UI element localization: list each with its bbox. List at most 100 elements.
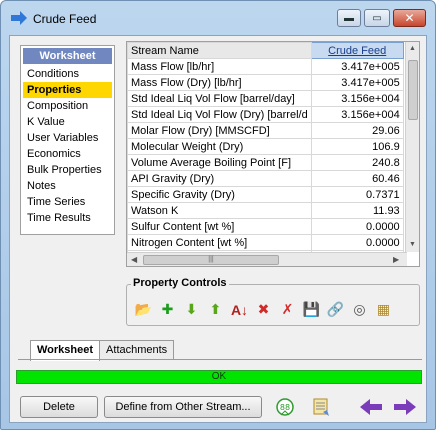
tab-divider <box>18 359 422 360</box>
property-label: Specific Gravity (Dry) <box>127 186 312 203</box>
property-label: Watson K <box>127 202 312 219</box>
property-label: Sulfur Content [wt %] <box>127 218 312 235</box>
minimize-icon: ▬ <box>344 12 354 24</box>
nav-item-user-variables[interactable]: User Variables <box>23 130 112 146</box>
property-value[interactable]: 240.8 <box>310 154 404 171</box>
properties-table: Stream Name Crude Feed Mass Flow [lb/hr] 3.… <box>127 42 404 268</box>
nav-item-time-series[interactable]: Time Series <box>23 194 112 210</box>
table-row[interactable]: Std Ideal Liq Vol Flow [barrel/day] 3.156… <box>127 90 404 107</box>
property-label: Molar Flow (Dry) [MMSCFD] <box>127 122 312 139</box>
table-row[interactable]: Molar Flow (Dry) [MMSCFD] 29.06 <box>127 122 404 139</box>
property-value[interactable]: 106.9 <box>310 138 404 155</box>
property-label: Std Ideal Liq Vol Flow [barrel/day] <box>127 90 312 107</box>
tab-attachments[interactable]: Attachments <box>99 340 175 360</box>
stream-arrow-icon <box>11 11 27 25</box>
bottom-tabs: Worksheet Attachments <box>30 340 175 361</box>
notes-icon[interactable] <box>308 395 334 419</box>
stream-name-value[interactable]: Crude Feed <box>310 42 404 59</box>
property-value[interactable]: 0.0000 <box>310 234 404 251</box>
move-down-icon[interactable]: ⬇ <box>181 299 202 320</box>
maximize-icon: ▭ <box>372 12 382 24</box>
previous-arrow-icon[interactable] <box>358 395 384 419</box>
property-value[interactable]: 3.417e+005 <box>310 74 404 91</box>
nav-items: Conditions Properties Composition K Value Us… <box>21 66 114 226</box>
move-up-icon[interactable]: ⬆ <box>205 299 226 320</box>
property-label: Mass Flow (Dry) [lb/hr] <box>127 74 312 91</box>
property-value[interactable]: 3.156e+004 <box>310 106 404 123</box>
stream-window: Crude Feed ▬ ▭ ✕ Worksheet Conditions Pro… <box>0 0 436 430</box>
table-row[interactable]: TVP [psia]1.799 <box>128 267 404 268</box>
property-label: Std Ideal Liq Vol Flow (Dry) [barrel/d <box>127 106 312 123</box>
property-controls-toolbar: 📂 ✚ ⬇ ⬆ A↓ ✖ ✗ 💾 🔗 ◎ ▦ <box>133 299 394 319</box>
table-row[interactable]: Watson K 11.93 <box>127 202 404 219</box>
delete-button[interactable]: Delete <box>20 396 98 418</box>
tab-worksheet[interactable]: Worksheet <box>30 340 101 361</box>
close-icon: ✕ <box>404 11 415 25</box>
property-controls-title: Property Controls <box>131 277 229 289</box>
table-row[interactable]: Specific Gravity (Dry) 0.7371 <box>127 186 404 203</box>
property-label: Mass Flow [lb/hr] <box>127 58 312 75</box>
property-value[interactable]: 3.156e+004 <box>310 90 404 107</box>
property-value[interactable]: 60.46 <box>310 170 404 187</box>
scroll-right-icon[interactable]: ▶ <box>393 255 399 264</box>
property-value[interactable]: 1.799 <box>311 267 403 268</box>
table-row[interactable]: Molecular Weight (Dry) 106.9 <box>127 138 404 155</box>
nav-item-economics[interactable]: Economics <box>23 146 112 162</box>
table-row[interactable]: Mass Flow (Dry) [lb/hr] 3.417e+005 <box>127 74 404 91</box>
horizontal-scroll-thumb[interactable]: ||| <box>143 255 279 265</box>
property-value[interactable]: 11.93 <box>310 202 404 219</box>
link-icon[interactable]: 🔗 <box>325 299 346 320</box>
scroll-left-icon[interactable]: ◀ <box>131 255 137 264</box>
status-bar: OK <box>16 370 422 384</box>
minimize-button[interactable]: ▬ <box>337 9 361 27</box>
scroll-down-icon[interactable]: ▼ <box>409 241 416 248</box>
delete-icon[interactable]: ✖ <box>253 299 274 320</box>
nav-item-time-results[interactable]: Time Results <box>23 210 112 226</box>
table-row[interactable]: Std Ideal Liq Vol Flow (Dry) [barrel/d 3.… <box>127 106 404 123</box>
nav-item-conditions[interactable]: Conditions <box>23 66 112 82</box>
vertical-scroll-thumb[interactable] <box>408 60 418 120</box>
property-label: TVP [psia] <box>128 267 312 268</box>
nav-item-notes[interactable]: Notes <box>23 178 112 194</box>
table-row[interactable]: Mass Flow [lb/hr] 3.417e+005 <box>127 58 404 75</box>
table-row[interactable]: Sulfur Content [wt %] 0.0000 <box>127 218 404 235</box>
nav-item-composition[interactable]: Composition <box>23 98 112 114</box>
title-bar[interactable]: Crude Feed ▬ ▭ ✕ <box>1 1 435 35</box>
property-value[interactable]: 3.417e+005 <box>310 58 404 75</box>
table-row[interactable]: API Gravity (Dry) 60.46 <box>127 170 404 187</box>
nav-item-k-value[interactable]: K Value <box>23 114 112 130</box>
save-icon[interactable]: 💾 <box>301 299 322 320</box>
table-row[interactable]: Nitrogen Content [wt %] 0.0000 <box>127 234 404 251</box>
property-value[interactable]: 0.0000 <box>310 218 404 235</box>
sort-az-icon[interactable]: A↓ <box>229 299 250 320</box>
property-label: Volume Average Boiling Point [F] <box>127 154 312 171</box>
add-icon[interactable]: ✚ <box>157 299 178 320</box>
next-arrow-icon[interactable] <box>392 395 418 419</box>
binoculars-icon[interactable]: ◎ <box>349 299 370 320</box>
horizontal-scrollbar[interactable]: ◀ ||| ▶ <box>127 252 407 266</box>
properties-grid[interactable]: Stream Name Crude Feed Mass Flow [lb/hr] 3.… <box>126 41 420 267</box>
property-label: Molecular Weight (Dry) <box>127 138 312 155</box>
property-label: Nitrogen Content [wt %] <box>127 234 312 251</box>
table-header-row: Stream Name Crude Feed <box>127 42 404 59</box>
scroll-up-icon[interactable]: ▲ <box>409 45 416 52</box>
property-value[interactable]: 0.7371 <box>310 186 404 203</box>
vertical-scrollbar[interactable]: ▲ ▼ <box>405 42 419 252</box>
property-value[interactable]: 29.06 <box>310 122 404 139</box>
nav-header: Worksheet <box>23 48 112 64</box>
edit-grid-icon[interactable]: ▦ <box>373 299 394 320</box>
stream-name-label: Stream Name <box>127 42 312 59</box>
property-controls-group: Property Controls 📂 ✚ ⬇ ⬆ A↓ ✖ ✗ 💾 🔗 ◎ ▦ <box>126 277 420 326</box>
worksheet-nav: Worksheet Conditions Properties Compositio… <box>20 45 115 235</box>
stream-properties-icon[interactable]: 88 <box>272 395 298 419</box>
nav-item-bulk-properties[interactable]: Bulk Properties <box>23 162 112 178</box>
delete-all-icon[interactable]: ✗ <box>277 299 298 320</box>
property-label: API Gravity (Dry) <box>127 170 312 187</box>
close-button[interactable]: ✕ <box>393 9 426 27</box>
nav-item-properties[interactable]: Properties <box>23 82 112 98</box>
client-area: Worksheet Conditions Properties Compositio… <box>9 35 427 423</box>
maximize-button[interactable]: ▭ <box>364 9 390 27</box>
table-row[interactable]: Volume Average Boiling Point [F] 240.8 <box>127 154 404 171</box>
define-from-other-stream-button[interactable]: Define from Other Stream... <box>104 396 262 418</box>
open-folder-icon[interactable]: 📂 <box>133 299 154 320</box>
